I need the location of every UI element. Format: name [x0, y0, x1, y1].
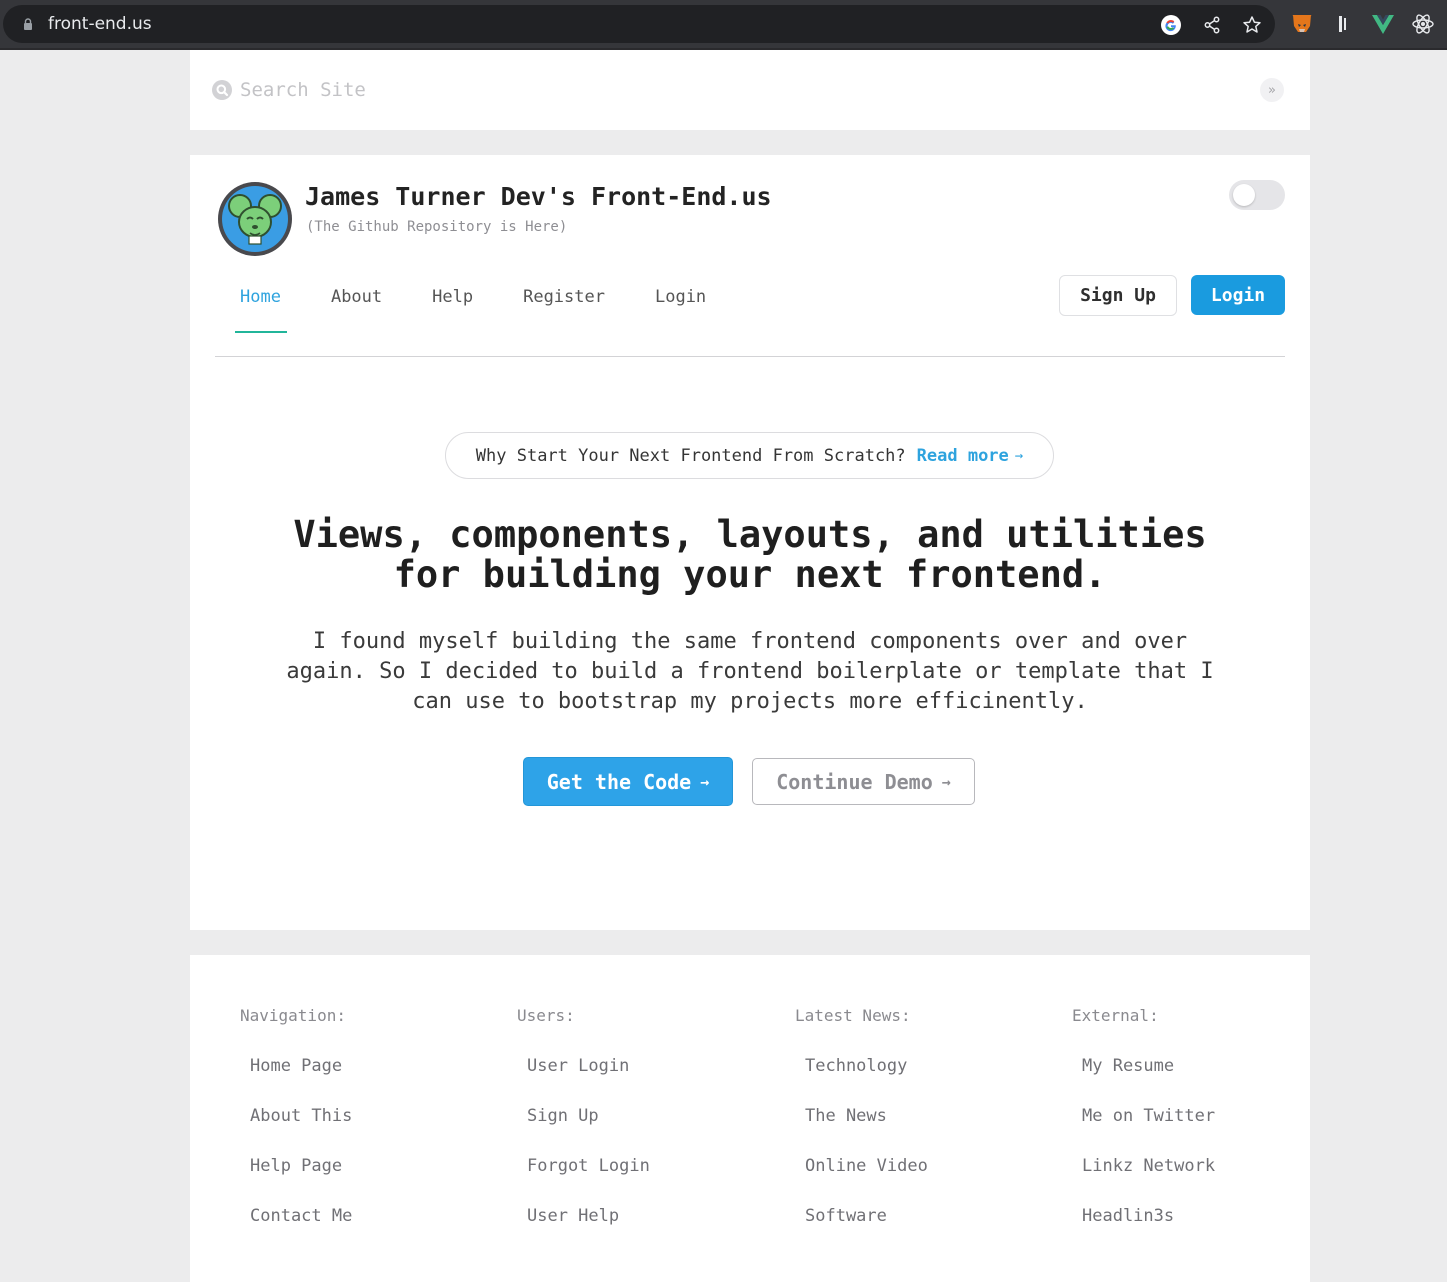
- metamask-extension-icon[interactable]: [1290, 12, 1314, 36]
- get-the-code-button[interactable]: Get the Code →: [523, 757, 733, 806]
- footer-column-users: Users: User Login Sign Up Forgot Login U…: [517, 1006, 777, 1226]
- extension-icon[interactable]: [1331, 12, 1355, 36]
- footer-heading: Latest News:: [795, 1006, 911, 1025]
- main-nav: Home About Help Register Login: [235, 285, 756, 333]
- hero-lead: I found myself building the same fronten…: [286, 629, 1214, 714]
- footer-heading: Users:: [517, 1006, 575, 1025]
- url-text: front-end.us: [48, 14, 152, 34]
- search-bar: »: [190, 50, 1310, 130]
- hero-headline: Views, components, layouts, and utilitie…: [190, 515, 1310, 595]
- headline-line-2: for building your next frontend.: [393, 553, 1107, 596]
- nav-item-register[interactable]: Register: [523, 285, 605, 333]
- nav-item-help[interactable]: Help: [432, 285, 473, 333]
- footer-link[interactable]: My Resume: [1082, 1056, 1332, 1076]
- footer-heading: Navigation:: [240, 1006, 346, 1025]
- main-content: James Turner Dev's Front-End.us (The Git…: [190, 155, 1310, 930]
- github-repo-link[interactable]: (The Github Repository is Here): [306, 219, 567, 235]
- get-the-code-label: Get the Code: [546, 769, 692, 794]
- footer-heading: External:: [1072, 1006, 1159, 1025]
- footer-link[interactable]: Sign Up: [527, 1106, 777, 1126]
- address-bar[interactable]: front-end.us: [3, 5, 1275, 43]
- footer-link[interactable]: Help Page: [250, 1156, 500, 1176]
- footer: Navigation: Home Page About This Help Pa…: [190, 955, 1310, 1282]
- continue-demo-label: Continue Demo: [776, 769, 933, 794]
- arrow-right-icon: →: [700, 772, 710, 791]
- nav-item-home[interactable]: Home: [235, 285, 287, 333]
- continue-demo-button[interactable]: Continue Demo →: [752, 758, 975, 805]
- footer-link[interactable]: Technology: [805, 1056, 1055, 1076]
- nav-item-login[interactable]: Login: [655, 285, 706, 333]
- star-icon[interactable]: [1242, 15, 1262, 35]
- headline-line-1: Views, components, layouts, and utilitie…: [293, 513, 1207, 556]
- toggle-knob: [1233, 184, 1255, 206]
- footer-link[interactable]: User Help: [527, 1206, 777, 1226]
- footer-column-navigation: Navigation: Home Page About This Help Pa…: [240, 1006, 500, 1226]
- search-icon: [212, 80, 232, 100]
- browser-toolbar: front-end.us: [0, 0, 1447, 50]
- footer-link[interactable]: Online Video: [805, 1156, 1055, 1176]
- sign-up-button[interactable]: Sign Up: [1059, 275, 1177, 316]
- footer-link[interactable]: About This: [250, 1106, 500, 1126]
- footer-column-external: External: My Resume Me on Twitter Linkz …: [1072, 1006, 1332, 1226]
- nav-item-about[interactable]: About: [331, 285, 382, 333]
- mouse-logo-icon: [228, 194, 282, 245]
- footer-link[interactable]: Me on Twitter: [1082, 1106, 1332, 1126]
- footer-link[interactable]: Software: [805, 1206, 1055, 1226]
- arrow-right-icon: →: [1014, 447, 1024, 464]
- lock-icon: [24, 18, 32, 30]
- search-input[interactable]: [240, 76, 1140, 104]
- footer-link[interactable]: Home Page: [250, 1056, 500, 1076]
- footer-link[interactable]: Contact Me: [250, 1206, 500, 1226]
- site-title[interactable]: James Turner Dev's Front-End.us: [305, 182, 772, 211]
- announcement-text: Why Start Your Next Frontend From Scratc…: [475, 445, 906, 466]
- arrow-right-icon: →: [941, 772, 951, 791]
- footer-link[interactable]: Linkz Network: [1082, 1156, 1332, 1176]
- read-more-link[interactable]: Read more: [917, 446, 1009, 466]
- announcement-pill: Why Start Your Next Frontend From Scratc…: [445, 432, 1054, 479]
- nav-divider: [215, 356, 1285, 357]
- react-devtools-icon[interactable]: [1411, 12, 1435, 36]
- mouse-avatar[interactable]: [218, 182, 292, 256]
- login-button[interactable]: Login: [1191, 275, 1285, 315]
- footer-column-latest-news: Latest News: Technology The News Online …: [795, 1006, 1055, 1226]
- share-icon[interactable]: [1202, 15, 1222, 35]
- footer-link[interactable]: User Login: [527, 1056, 777, 1076]
- vue-devtools-icon[interactable]: [1371, 12, 1395, 36]
- dark-mode-toggle[interactable]: [1229, 180, 1285, 210]
- footer-link[interactable]: The News: [805, 1106, 1055, 1126]
- footer-link[interactable]: Forgot Login: [527, 1156, 777, 1176]
- footer-link[interactable]: Headlin3s: [1082, 1206, 1332, 1226]
- double-chevron-right-icon[interactable]: »: [1260, 78, 1284, 102]
- google-icon[interactable]: [1161, 15, 1181, 35]
